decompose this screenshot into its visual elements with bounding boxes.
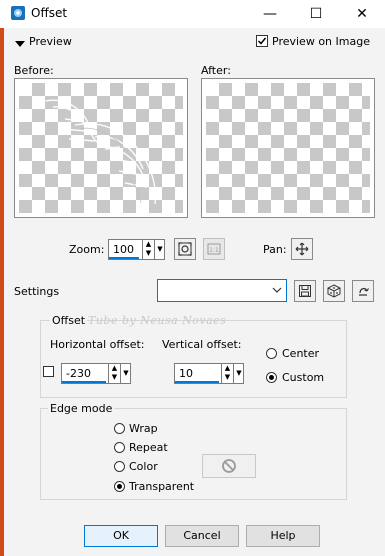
transparent-label[interactable]: Transparent — [129, 480, 194, 493]
settings-label: Settings — [14, 285, 60, 298]
horizontal-focus-underline — [62, 381, 106, 383]
repeat-radio[interactable] — [114, 442, 125, 453]
spin-down-icon[interactable]: ▼ — [222, 373, 233, 382]
after-label: After: — [201, 64, 231, 77]
center-label[interactable]: Center — [282, 347, 319, 360]
minimize-button[interactable]: — — [247, 0, 293, 28]
pan-button[interactable] — [291, 238, 313, 260]
before-image-content — [44, 99, 157, 205]
pan-move-icon — [295, 242, 309, 256]
svg-text:1:1: 1:1 — [209, 247, 219, 254]
custom-label[interactable]: Custom — [282, 371, 324, 384]
close-button[interactable]: ✕ — [339, 0, 385, 28]
edge-color-swatch[interactable] — [202, 454, 256, 478]
window-edge — [0, 28, 4, 556]
horizontal-dropdown-icon[interactable]: ▼ — [120, 364, 131, 383]
cancel-button[interactable]: Cancel — [165, 525, 239, 547]
wrap-label[interactable]: Wrap — [129, 422, 158, 435]
zoom-dropdown-icon[interactable]: ▼ — [154, 240, 165, 259]
help-button[interactable]: Help — [246, 525, 320, 547]
vertical-offset-label: Vertical offset: — [162, 338, 242, 351]
maximize-button[interactable]: ☐ — [293, 0, 339, 28]
after-transparency-checker — [206, 83, 370, 213]
chevron-down-icon[interactable] — [268, 280, 286, 301]
color-radio[interactable] — [114, 461, 125, 472]
randomize-button[interactable] — [323, 280, 345, 302]
edge-mode-group-label: Edge mode — [48, 402, 115, 415]
zoom-fit-button[interactable] — [174, 238, 196, 260]
zoom-value[interactable]: 100 — [113, 243, 134, 256]
horizontal-spin-arrows[interactable]: ▲ ▼ — [108, 364, 120, 383]
offset-group-label: Offset — [50, 314, 88, 327]
spin-up-icon[interactable]: ▲ — [143, 240, 154, 249]
repeat-label[interactable]: Repeat — [129, 441, 168, 454]
zoom-spin-arrows[interactable]: ▲ ▼ — [142, 240, 154, 259]
save-preset-button[interactable] — [294, 280, 316, 302]
dice-icon — [327, 284, 341, 298]
save-preset-icon — [299, 285, 311, 297]
reset-icon — [359, 287, 370, 296]
app-icon — [10, 5, 26, 21]
before-label: Before: — [14, 64, 54, 77]
zoom-fit-icon — [178, 242, 192, 256]
window-title: Offset — [31, 6, 68, 20]
link-offsets-checkbox[interactable] — [43, 366, 54, 377]
zoom-focus-underline — [109, 257, 139, 259]
preset-dropdown[interactable] — [157, 279, 287, 302]
reset-button[interactable] — [352, 280, 374, 302]
spin-down-icon[interactable]: ▼ — [109, 373, 120, 382]
zoom-actual-icon: 1:1 — [207, 243, 221, 255]
pan-label: Pan: — [263, 243, 287, 256]
ok-button[interactable]: OK — [84, 525, 158, 547]
wrap-radio[interactable] — [114, 423, 125, 434]
spin-up-icon[interactable]: ▲ — [222, 364, 233, 373]
center-radio[interactable] — [266, 348, 277, 359]
zoom-label: Zoom: — [69, 243, 105, 256]
horizontal-offset-label: Horizontal offset: — [50, 338, 145, 351]
preview-on-image-checkbox[interactable] — [256, 35, 268, 47]
preview-toggle-label[interactable]: Preview — [29, 35, 72, 48]
preview-on-image-label[interactable]: Preview on Image — [272, 35, 370, 48]
watermark-text: Tube by Neusa Novaes — [88, 314, 227, 327]
no-color-icon — [222, 459, 236, 473]
spin-up-icon[interactable]: ▲ — [109, 364, 120, 373]
vertical-dropdown-icon[interactable]: ▼ — [233, 364, 244, 383]
spin-down-icon[interactable]: ▼ — [143, 249, 154, 258]
horizontal-offset-value[interactable]: -230 — [66, 367, 91, 380]
before-preview[interactable] — [14, 78, 188, 218]
custom-radio[interactable] — [266, 372, 277, 383]
vertical-offset-value[interactable]: 10 — [179, 367, 193, 380]
after-preview[interactable] — [201, 78, 375, 218]
vertical-focus-underline — [175, 381, 219, 383]
transparent-radio[interactable] — [114, 481, 125, 492]
color-label[interactable]: Color — [129, 460, 158, 473]
zoom-actual-button[interactable]: 1:1 — [203, 238, 225, 260]
vertical-spin-arrows[interactable]: ▲ ▼ — [221, 364, 233, 383]
collapse-triangle-icon[interactable] — [15, 38, 25, 47]
